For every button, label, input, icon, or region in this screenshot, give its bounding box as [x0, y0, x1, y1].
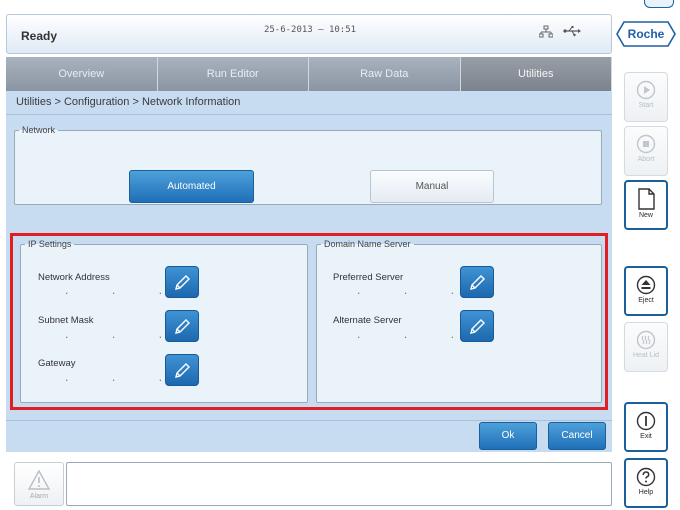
- cancel-button[interactable]: Cancel: [548, 422, 606, 450]
- breadcrumb: Utilities > Configuration > Network Info…: [16, 96, 241, 108]
- top-corner-tab: [644, 0, 674, 8]
- tab-raw-data[interactable]: Raw Data: [309, 57, 461, 91]
- eject-label: Eject: [638, 297, 654, 304]
- automated-button[interactable]: Automated: [129, 170, 254, 203]
- heat-lid-label: Heat Lid: [632, 352, 660, 359]
- new-button[interactable]: New: [624, 180, 668, 230]
- alarm-button[interactable]: Alarm: [14, 462, 64, 506]
- tab-overview[interactable]: Overview: [6, 57, 158, 91]
- abort-label: Abort: [637, 156, 655, 163]
- tab-utilities[interactable]: Utilities: [460, 57, 612, 91]
- stop-icon: [636, 134, 656, 154]
- warning-icon: [28, 470, 50, 490]
- eject-button[interactable]: Eject: [624, 266, 668, 316]
- roche-logo: Roche: [616, 21, 676, 47]
- datetime-text: 25-6-2013 – 10:51: [263, 25, 357, 35]
- help-label: Help: [638, 489, 654, 496]
- start-label: Start: [638, 102, 654, 109]
- heat-lid-button[interactable]: Heat Lid: [624, 322, 668, 372]
- network-legend: Network: [22, 125, 56, 135]
- message-box: [66, 462, 612, 506]
- heat-lid-icon: [636, 330, 656, 350]
- new-document-icon: [638, 188, 655, 210]
- network-group: Network: [14, 125, 602, 205]
- tab-run-editor[interactable]: Run Editor: [157, 57, 309, 91]
- usb-icon: [563, 26, 581, 37]
- header-bar: Ready 25-6-2013 – 10:51: [6, 14, 612, 54]
- exit-icon: [636, 411, 656, 431]
- help-icon: [636, 467, 656, 487]
- network-icon: [539, 25, 553, 38]
- exit-label: Exit: [640, 433, 652, 440]
- abort-button[interactable]: Abort: [624, 126, 668, 176]
- ok-button[interactable]: Ok: [479, 422, 537, 450]
- logo-text: Roche: [627, 27, 665, 41]
- breadcrumb-bar: Utilities > Configuration > Network Info…: [6, 91, 612, 115]
- start-button[interactable]: Start: [624, 72, 668, 122]
- play-icon: [636, 80, 656, 100]
- manual-button[interactable]: Manual: [370, 170, 494, 203]
- new-label: New: [638, 212, 653, 219]
- alarm-label: Alarm: [29, 493, 49, 500]
- main-tabs: Overview Run Editor Raw Data Utilities: [6, 57, 612, 91]
- exit-button[interactable]: Exit: [624, 402, 668, 452]
- eject-icon: [636, 275, 656, 295]
- help-button[interactable]: Help: [624, 458, 668, 508]
- highlight-frame: [10, 233, 608, 410]
